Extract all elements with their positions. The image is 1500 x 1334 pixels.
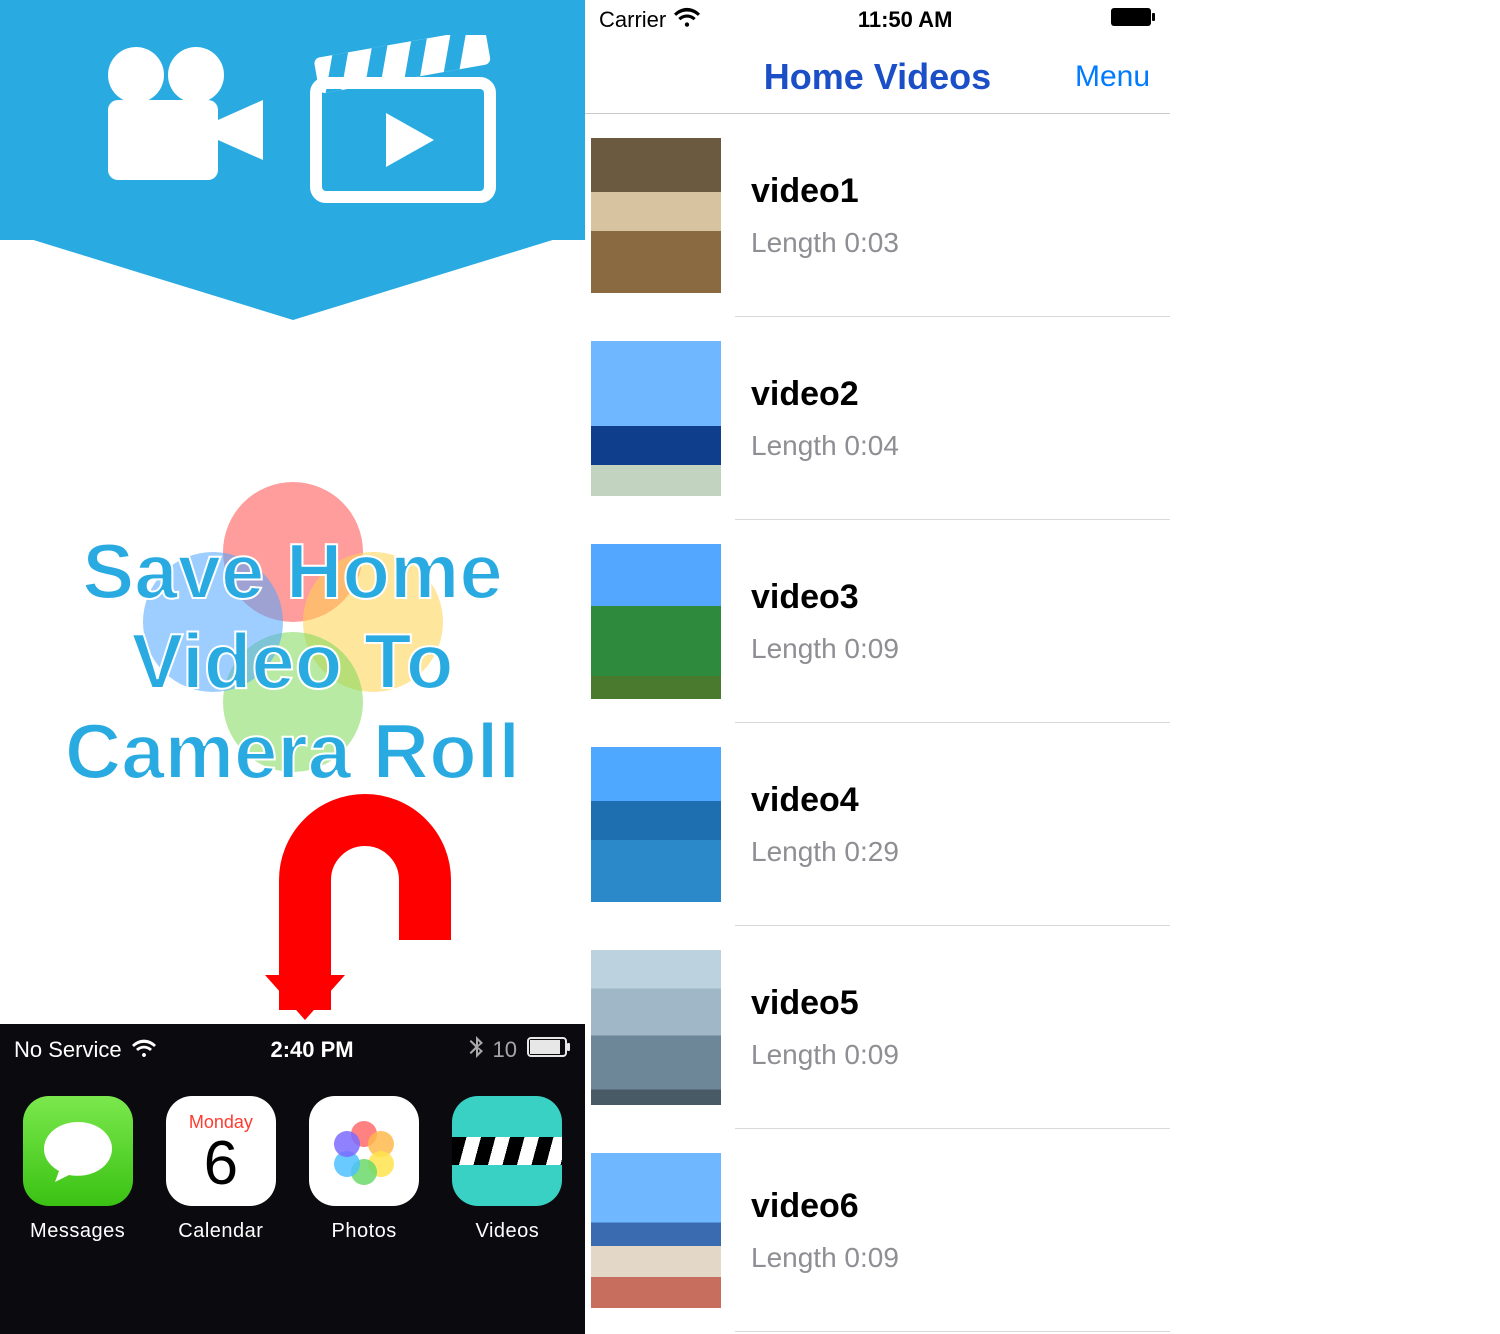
dock-battery-pct: 10: [493, 1037, 517, 1063]
promo-banner: [0, 0, 585, 240]
calendar-icon: Monday 6: [166, 1096, 276, 1206]
wifi-icon: [674, 7, 700, 33]
whitespace: [1170, 0, 1500, 1334]
dock-time: 2:40 PM: [270, 1037, 353, 1063]
list-item[interactable]: video4 Length 0:29: [585, 723, 1170, 926]
video-thumbnail: [591, 950, 721, 1105]
promo-headline: Save Home Video To Camera Roll: [65, 527, 520, 796]
dock-item-photos[interactable]: Photos: [299, 1096, 429, 1243]
dock-label: Videos: [442, 1220, 572, 1243]
status-time: 11:50 AM: [858, 7, 953, 33]
photos-icon: [309, 1096, 419, 1206]
list-item[interactable]: video2 Length 0:04: [585, 317, 1170, 520]
battery-icon: [527, 1037, 571, 1063]
dock-item-calendar[interactable]: Monday 6 Calendar: [156, 1096, 286, 1243]
page-title: Home Videos: [764, 56, 991, 98]
dock-item-videos[interactable]: Videos: [442, 1096, 572, 1243]
video-title: video1: [751, 172, 899, 211]
video-title: video6: [751, 1187, 899, 1226]
nav-bar: Home Videos Menu: [585, 40, 1170, 114]
bluetooth-icon: [469, 1036, 483, 1064]
video-length: Length 0:03: [751, 227, 899, 259]
app-screenshot: Carrier 11:50 AM Home Videos Menu video1…: [585, 0, 1170, 1334]
carrier-label: No Service: [14, 1037, 122, 1063]
battery-icon: [1110, 7, 1156, 33]
video-length: Length 0:29: [751, 836, 899, 868]
dock-item-messages[interactable]: Messages: [13, 1096, 143, 1243]
list-item[interactable]: video3 Length 0:09: [585, 520, 1170, 723]
video-title: video5: [751, 984, 899, 1023]
promo-panel: Save Home Video To Camera Roll No Servic…: [0, 0, 585, 1334]
calendar-date: 6: [204, 1133, 238, 1195]
wifi-icon: [132, 1037, 156, 1063]
menu-button[interactable]: Menu: [1075, 60, 1150, 94]
video-thumbnail: [591, 341, 721, 496]
video-length: Length 0:09: [751, 1039, 899, 1071]
dock-label: Calendar: [156, 1220, 286, 1243]
video-thumbnail: [591, 138, 721, 293]
video-list: video1 Length 0:03 video2 Length 0:04 vi…: [585, 114, 1170, 1334]
video-thumbnail: [591, 1153, 721, 1308]
promo-line-1: Save Home: [65, 527, 520, 617]
list-item[interactable]: video5 Length 0:09: [585, 926, 1170, 1129]
status-bar: Carrier 11:50 AM: [585, 0, 1170, 40]
video-length: Length 0:09: [751, 633, 899, 665]
u-turn-arrow-icon: [265, 790, 465, 1025]
dock-label: Photos: [299, 1220, 429, 1243]
list-item[interactable]: video6 Length 0:09: [585, 1129, 1170, 1332]
video-thumbnail: [591, 747, 721, 902]
video-camera-icon: [88, 45, 268, 195]
video-title: video4: [751, 781, 899, 820]
promo-line-2: Video To: [65, 617, 520, 707]
home-screen-dock: No Service 2:40 PM 10 Me: [0, 1024, 585, 1334]
dock-label: Messages: [13, 1220, 143, 1243]
video-thumbnail: [591, 544, 721, 699]
video-title: video3: [751, 578, 899, 617]
video-title: video2: [751, 375, 899, 414]
video-length: Length 0:04: [751, 430, 899, 462]
list-item[interactable]: video1 Length 0:03: [585, 114, 1170, 317]
videos-icon: [452, 1096, 562, 1206]
dock-statusbar: No Service 2:40 PM 10: [0, 1024, 585, 1076]
carrier-label: Carrier: [599, 7, 666, 33]
messages-icon: [23, 1096, 133, 1206]
clapperboard-icon: [308, 35, 498, 205]
video-length: Length 0:09: [751, 1242, 899, 1274]
promo-line-3: Camera Roll: [65, 707, 520, 797]
